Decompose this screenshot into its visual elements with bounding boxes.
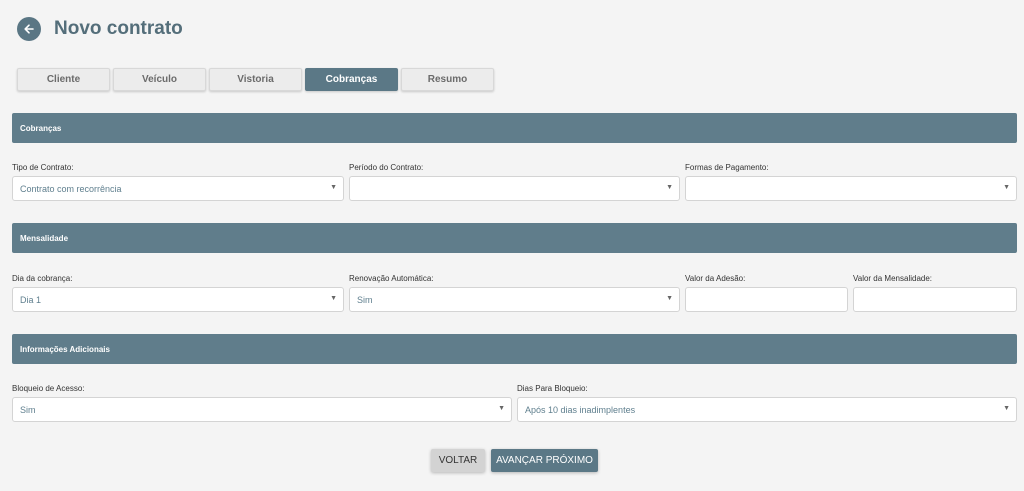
valor-mensalidade-label: Valor da Mensalidade: xyxy=(853,274,933,283)
bloqueio-acesso-value: Sim xyxy=(20,404,36,415)
dia-cobranca-value: Dia 1 xyxy=(20,294,42,305)
section-header-cobrancas: Cobranças xyxy=(12,113,1017,143)
formas-pagamento-select[interactable]: ▼ xyxy=(685,176,1017,201)
page-header: Novo contrato xyxy=(17,17,183,41)
tab-vistoria[interactable]: Vistoria xyxy=(209,68,302,91)
caret-down-icon: ▼ xyxy=(498,405,505,412)
renovacao-label: Renovação Automática: xyxy=(349,274,434,283)
tipo-contrato-value: Contrato com recorrência xyxy=(20,183,122,194)
caret-down-icon: ▼ xyxy=(330,295,337,302)
tab-veiculo[interactable]: Veículo xyxy=(113,68,206,91)
dia-cobranca-select[interactable]: Dia 1 ▼ xyxy=(12,287,344,312)
section-header-info: Informações Adicionais xyxy=(12,334,1017,364)
dias-bloqueio-label: Dias Para Bloqueio: xyxy=(517,384,588,393)
wizard-tabs: Cliente Veículo Vistoria Cobranças Resum… xyxy=(17,68,497,91)
back-button[interactable] xyxy=(17,17,41,41)
caret-down-icon: ▼ xyxy=(666,184,673,191)
caret-down-icon: ▼ xyxy=(666,295,673,302)
dias-bloqueio-value: Após 10 dias inadimplentes xyxy=(525,404,636,415)
caret-down-icon: ▼ xyxy=(1003,405,1010,412)
avancar-button[interactable]: AVANÇAR PRÓXIMO xyxy=(491,449,598,472)
valor-adesao-input[interactable] xyxy=(685,287,848,312)
voltar-button[interactable]: VOLTAR xyxy=(431,449,485,472)
bloqueio-acesso-label: Bloqueio de Acesso: xyxy=(12,384,85,393)
renovacao-select[interactable]: Sim ▼ xyxy=(349,287,680,312)
dia-cobranca-label: Dia da cobrança: xyxy=(12,274,73,283)
renovacao-value: Sim xyxy=(357,294,373,305)
bloqueio-acesso-select[interactable]: Sim ▼ xyxy=(12,397,512,422)
arrow-left-icon xyxy=(24,24,34,34)
tipo-contrato-label: Tipo de Contrato: xyxy=(12,163,74,172)
dias-bloqueio-select[interactable]: Após 10 dias inadimplentes ▼ xyxy=(517,397,1017,422)
caret-down-icon: ▼ xyxy=(330,184,337,191)
tipo-contrato-select[interactable]: Contrato com recorrência ▼ xyxy=(12,176,344,201)
formas-pagamento-label: Formas de Pagamento: xyxy=(685,163,769,172)
page-title: Novo contrato xyxy=(54,18,183,39)
caret-down-icon: ▼ xyxy=(1003,184,1010,191)
tab-cliente[interactable]: Cliente xyxy=(17,68,110,91)
periodo-contrato-label: Período do Contrato: xyxy=(349,163,424,172)
periodo-contrato-select[interactable]: ▼ xyxy=(349,176,680,201)
tab-resumo[interactable]: Resumo xyxy=(401,68,494,91)
valor-adesao-label: Valor da Adesão: xyxy=(685,274,746,283)
section-header-mensalidade: Mensalidade xyxy=(12,223,1017,253)
tab-cobrancas[interactable]: Cobranças xyxy=(305,68,398,91)
valor-mensalidade-input[interactable] xyxy=(853,287,1017,312)
